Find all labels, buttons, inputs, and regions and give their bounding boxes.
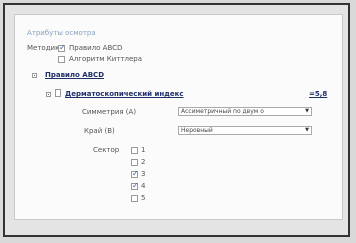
dermatoscopic-index-node[interactable]: Дерматоскопический индекс	[65, 90, 184, 98]
edge-selected-value: Неровный	[181, 127, 213, 134]
sector-4-checkbox[interactable]: ✓	[131, 181, 139, 190]
document-icon	[55, 89, 61, 97]
chevron-down-icon: ▼	[305, 108, 309, 114]
dermatoscopic-index-value: =5,8	[309, 90, 328, 98]
tree-expander-icon[interactable]	[32, 73, 37, 78]
check-icon: ✓	[132, 181, 139, 190]
edge-label: Край (B)	[84, 127, 115, 135]
edge-select[interactable]: Неровный ▼	[178, 126, 312, 135]
sector-label: Сектор	[93, 146, 120, 154]
sector-5-label: 5	[141, 194, 146, 202]
sector-1-checkbox[interactable]	[131, 147, 138, 154]
sector-2-label: 2	[141, 158, 146, 166]
sector-4-label: 4	[141, 182, 146, 190]
sector-3-label: 3	[141, 170, 146, 178]
symmetry-label: Симметрия (A)	[82, 108, 137, 116]
inspection-attributes-panel: Атрибуты осмотра Методика ✓ Правило ABCD…	[14, 14, 343, 220]
group-title: Атрибуты осмотра	[27, 29, 96, 37]
sector-1-label: 1	[141, 146, 146, 154]
method-abcd-checkbox[interactable]: ✓	[58, 43, 66, 52]
method-abcd-label[interactable]: Правило ABCD	[69, 44, 122, 52]
check-icon: ✓	[132, 169, 139, 178]
method-kittler-checkbox[interactable]	[58, 56, 65, 63]
sector-3-checkbox[interactable]: ✓	[131, 169, 139, 178]
method-kittler-label[interactable]: Алгоритм Киттлера	[69, 55, 142, 63]
tree-expander-icon[interactable]	[46, 92, 51, 97]
rule-abcd-node[interactable]: Правило ABCD	[45, 71, 104, 79]
symmetry-select[interactable]: Ассиметричный по двум о ▼	[178, 107, 312, 116]
chevron-down-icon: ▼	[305, 127, 309, 133]
check-icon: ✓	[59, 43, 66, 52]
sector-2-checkbox[interactable]	[131, 159, 138, 166]
sector-5-checkbox[interactable]	[131, 195, 138, 202]
window-frame: Атрибуты осмотра Методика ✓ Правило ABCD…	[3, 3, 350, 237]
symmetry-selected-value: Ассиметричный по двум о	[181, 108, 264, 115]
